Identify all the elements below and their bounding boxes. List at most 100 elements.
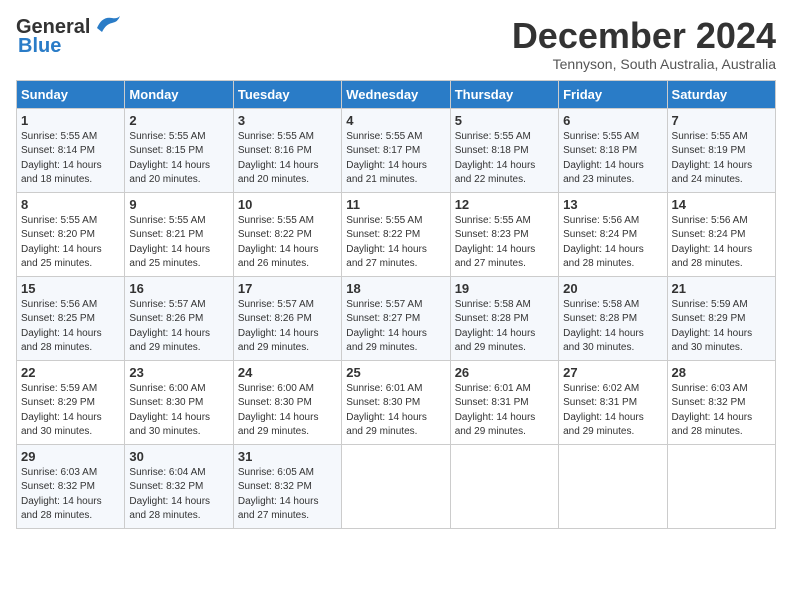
calendar-cell: 17 Sunrise: 5:57 AMSunset: 8:26 PMDaylig… bbox=[233, 276, 341, 360]
day-number: 27 bbox=[563, 365, 662, 380]
day-info: Sunrise: 5:55 AMSunset: 8:19 PMDaylight:… bbox=[672, 131, 753, 186]
weekday-header: Sunday bbox=[17, 80, 125, 108]
day-number: 12 bbox=[455, 197, 554, 212]
day-info: Sunrise: 5:55 AMSunset: 8:22 PMDaylight:… bbox=[346, 215, 427, 270]
calendar-week-row: 29 Sunrise: 6:03 AMSunset: 8:32 PMDaylig… bbox=[17, 444, 776, 528]
calendar-cell: 30 Sunrise: 6:04 AMSunset: 8:32 PMDaylig… bbox=[125, 444, 233, 528]
day-info: Sunrise: 6:00 AMSunset: 8:30 PMDaylight:… bbox=[238, 383, 319, 438]
day-number: 6 bbox=[563, 113, 662, 128]
calendar-cell: 20 Sunrise: 5:58 AMSunset: 8:28 PMDaylig… bbox=[559, 276, 667, 360]
day-info: Sunrise: 5:55 AMSunset: 8:18 PMDaylight:… bbox=[563, 131, 644, 186]
day-number: 8 bbox=[21, 197, 120, 212]
calendar-cell bbox=[667, 444, 775, 528]
calendar-cell: 9 Sunrise: 5:55 AMSunset: 8:21 PMDayligh… bbox=[125, 192, 233, 276]
location-subtitle: Tennyson, South Australia, Australia bbox=[512, 56, 776, 72]
weekday-header: Friday bbox=[559, 80, 667, 108]
calendar-cell: 10 Sunrise: 5:55 AMSunset: 8:22 PMDaylig… bbox=[233, 192, 341, 276]
day-info: Sunrise: 5:57 AMSunset: 8:26 PMDaylight:… bbox=[238, 299, 319, 354]
day-number: 31 bbox=[238, 449, 337, 464]
day-number: 2 bbox=[129, 113, 228, 128]
calendar-cell bbox=[342, 444, 450, 528]
calendar-cell bbox=[559, 444, 667, 528]
calendar-cell: 2 Sunrise: 5:55 AMSunset: 8:15 PMDayligh… bbox=[125, 108, 233, 192]
calendar-cell: 19 Sunrise: 5:58 AMSunset: 8:28 PMDaylig… bbox=[450, 276, 558, 360]
calendar-cell: 29 Sunrise: 6:03 AMSunset: 8:32 PMDaylig… bbox=[17, 444, 125, 528]
weekday-header-row: SundayMondayTuesdayWednesdayThursdayFrid… bbox=[17, 80, 776, 108]
day-info: Sunrise: 5:55 AMSunset: 8:15 PMDaylight:… bbox=[129, 131, 210, 186]
day-info: Sunrise: 5:57 AMSunset: 8:26 PMDaylight:… bbox=[129, 299, 210, 354]
day-number: 13 bbox=[563, 197, 662, 212]
day-number: 9 bbox=[129, 197, 228, 212]
logo-bird-icon bbox=[92, 14, 122, 36]
day-info: Sunrise: 5:55 AMSunset: 8:18 PMDaylight:… bbox=[455, 131, 536, 186]
calendar-cell: 24 Sunrise: 6:00 AMSunset: 8:30 PMDaylig… bbox=[233, 360, 341, 444]
calendar-cell: 21 Sunrise: 5:59 AMSunset: 8:29 PMDaylig… bbox=[667, 276, 775, 360]
calendar-cell: 27 Sunrise: 6:02 AMSunset: 8:31 PMDaylig… bbox=[559, 360, 667, 444]
day-number: 5 bbox=[455, 113, 554, 128]
calendar-cell: 31 Sunrise: 6:05 AMSunset: 8:32 PMDaylig… bbox=[233, 444, 341, 528]
weekday-header: Thursday bbox=[450, 80, 558, 108]
day-info: Sunrise: 5:55 AMSunset: 8:16 PMDaylight:… bbox=[238, 131, 319, 186]
page-header: General Blue December 2024 Tennyson, Sou… bbox=[16, 16, 776, 72]
day-info: Sunrise: 5:55 AMSunset: 8:14 PMDaylight:… bbox=[21, 131, 102, 186]
logo-blue: Blue bbox=[18, 35, 61, 58]
calendar-cell: 13 Sunrise: 5:56 AMSunset: 8:24 PMDaylig… bbox=[559, 192, 667, 276]
logo: General Blue bbox=[16, 16, 122, 58]
day-number: 11 bbox=[346, 197, 445, 212]
day-info: Sunrise: 5:56 AMSunset: 8:25 PMDaylight:… bbox=[21, 299, 102, 354]
day-number: 23 bbox=[129, 365, 228, 380]
day-info: Sunrise: 5:57 AMSunset: 8:27 PMDaylight:… bbox=[346, 299, 427, 354]
day-number: 20 bbox=[563, 281, 662, 296]
calendar-cell: 8 Sunrise: 5:55 AMSunset: 8:20 PMDayligh… bbox=[17, 192, 125, 276]
calendar-cell: 26 Sunrise: 6:01 AMSunset: 8:31 PMDaylig… bbox=[450, 360, 558, 444]
day-info: Sunrise: 6:03 AMSunset: 8:32 PMDaylight:… bbox=[672, 383, 753, 438]
calendar-cell: 12 Sunrise: 5:55 AMSunset: 8:23 PMDaylig… bbox=[450, 192, 558, 276]
day-info: Sunrise: 5:55 AMSunset: 8:20 PMDaylight:… bbox=[21, 215, 102, 270]
day-number: 22 bbox=[21, 365, 120, 380]
day-info: Sunrise: 6:03 AMSunset: 8:32 PMDaylight:… bbox=[21, 467, 102, 522]
day-info: Sunrise: 6:01 AMSunset: 8:31 PMDaylight:… bbox=[455, 383, 536, 438]
day-number: 25 bbox=[346, 365, 445, 380]
calendar-cell: 16 Sunrise: 5:57 AMSunset: 8:26 PMDaylig… bbox=[125, 276, 233, 360]
calendar-week-row: 8 Sunrise: 5:55 AMSunset: 8:20 PMDayligh… bbox=[17, 192, 776, 276]
day-info: Sunrise: 6:02 AMSunset: 8:31 PMDaylight:… bbox=[563, 383, 644, 438]
calendar-cell bbox=[450, 444, 558, 528]
calendar-cell: 15 Sunrise: 5:56 AMSunset: 8:25 PMDaylig… bbox=[17, 276, 125, 360]
day-number: 30 bbox=[129, 449, 228, 464]
day-info: Sunrise: 5:56 AMSunset: 8:24 PMDaylight:… bbox=[563, 215, 644, 270]
calendar-cell: 14 Sunrise: 5:56 AMSunset: 8:24 PMDaylig… bbox=[667, 192, 775, 276]
day-number: 15 bbox=[21, 281, 120, 296]
calendar-cell: 4 Sunrise: 5:55 AMSunset: 8:17 PMDayligh… bbox=[342, 108, 450, 192]
month-title: December 2024 bbox=[512, 16, 776, 56]
weekday-header: Monday bbox=[125, 80, 233, 108]
weekday-header: Wednesday bbox=[342, 80, 450, 108]
calendar-week-row: 1 Sunrise: 5:55 AMSunset: 8:14 PMDayligh… bbox=[17, 108, 776, 192]
calendar-week-row: 15 Sunrise: 5:56 AMSunset: 8:25 PMDaylig… bbox=[17, 276, 776, 360]
day-info: Sunrise: 5:55 AMSunset: 8:23 PMDaylight:… bbox=[455, 215, 536, 270]
day-info: Sunrise: 5:55 AMSunset: 8:22 PMDaylight:… bbox=[238, 215, 319, 270]
day-number: 14 bbox=[672, 197, 771, 212]
day-number: 1 bbox=[21, 113, 120, 128]
day-info: Sunrise: 5:59 AMSunset: 8:29 PMDaylight:… bbox=[672, 299, 753, 354]
day-info: Sunrise: 6:05 AMSunset: 8:32 PMDaylight:… bbox=[238, 467, 319, 522]
calendar-cell: 11 Sunrise: 5:55 AMSunset: 8:22 PMDaylig… bbox=[342, 192, 450, 276]
day-number: 3 bbox=[238, 113, 337, 128]
day-number: 26 bbox=[455, 365, 554, 380]
day-info: Sunrise: 6:00 AMSunset: 8:30 PMDaylight:… bbox=[129, 383, 210, 438]
day-number: 10 bbox=[238, 197, 337, 212]
calendar-cell: 22 Sunrise: 5:59 AMSunset: 8:29 PMDaylig… bbox=[17, 360, 125, 444]
day-info: Sunrise: 6:01 AMSunset: 8:30 PMDaylight:… bbox=[346, 383, 427, 438]
title-block: December 2024 Tennyson, South Australia,… bbox=[512, 16, 776, 72]
weekday-header: Saturday bbox=[667, 80, 775, 108]
day-number: 18 bbox=[346, 281, 445, 296]
calendar-table: SundayMondayTuesdayWednesdayThursdayFrid… bbox=[16, 80, 776, 529]
day-number: 29 bbox=[21, 449, 120, 464]
day-number: 17 bbox=[238, 281, 337, 296]
calendar-cell: 6 Sunrise: 5:55 AMSunset: 8:18 PMDayligh… bbox=[559, 108, 667, 192]
day-number: 7 bbox=[672, 113, 771, 128]
calendar-cell: 5 Sunrise: 5:55 AMSunset: 8:18 PMDayligh… bbox=[450, 108, 558, 192]
day-info: Sunrise: 5:55 AMSunset: 8:21 PMDaylight:… bbox=[129, 215, 210, 270]
calendar-cell: 7 Sunrise: 5:55 AMSunset: 8:19 PMDayligh… bbox=[667, 108, 775, 192]
calendar-week-row: 22 Sunrise: 5:59 AMSunset: 8:29 PMDaylig… bbox=[17, 360, 776, 444]
day-number: 4 bbox=[346, 113, 445, 128]
